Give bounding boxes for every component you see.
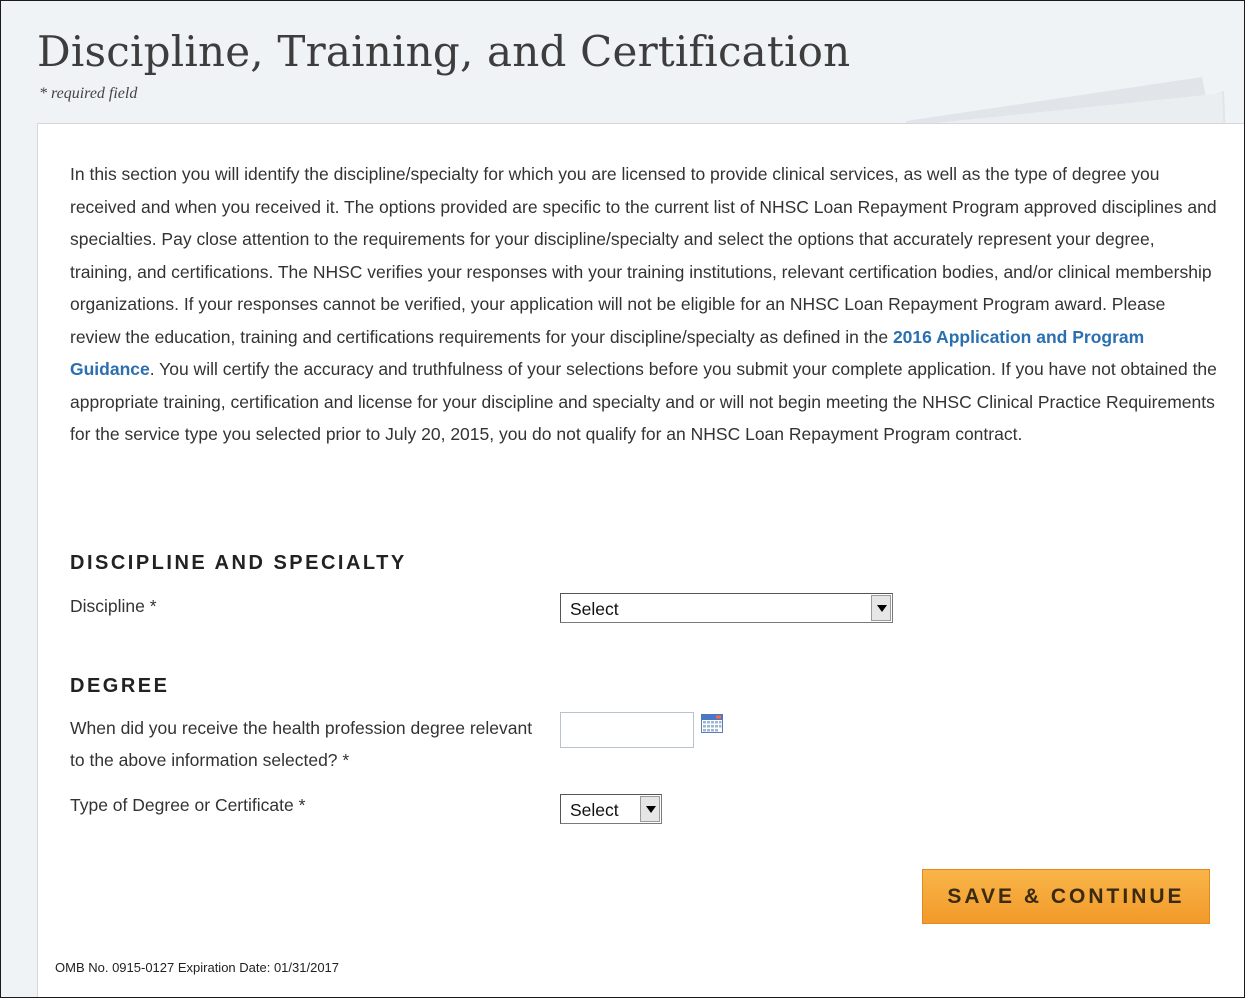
page-title: Discipline, Training, and Certification <box>37 27 851 76</box>
intro-text-1: In this section you will identify the di… <box>70 164 1217 347</box>
chevron-down-icon[interactable] <box>640 796 660 822</box>
degree-section-heading: DEGREE <box>70 675 170 697</box>
degree-type-label: Type of Degree or Certificate * <box>70 795 306 815</box>
intro-paragraph: In this section you will identify the di… <box>70 158 1218 451</box>
degree-date-input[interactable] <box>560 712 694 748</box>
omb-expiration-note: OMB No. 0915-0127 Expiration Date: 01/31… <box>55 960 340 975</box>
discipline-label: Discipline * <box>70 596 157 616</box>
discipline-select[interactable]: Select <box>560 593 893 623</box>
chevron-down-icon[interactable] <box>871 595 891 621</box>
degree-date-label: When did you receive the health professi… <box>70 718 533 770</box>
calendar-icon[interactable] <box>701 713 723 733</box>
degree-type-select-value: Select <box>570 800 619 820</box>
degree-type-select[interactable]: Select <box>560 794 662 824</box>
required-field-note: * required field <box>39 85 138 102</box>
discipline-select-value: Select <box>570 599 619 619</box>
page-frame: Discipline, Training, and Certification … <box>0 0 1245 998</box>
save-and-continue-button[interactable]: SAVE & CONTINUE <box>922 869 1210 924</box>
discipline-section-heading: DISCIPLINE AND SPECIALTY <box>70 552 407 574</box>
intro-text-2: . You will certify the accuracy and trut… <box>70 359 1217 444</box>
form-panel: In this section you will identify the di… <box>37 123 1244 997</box>
